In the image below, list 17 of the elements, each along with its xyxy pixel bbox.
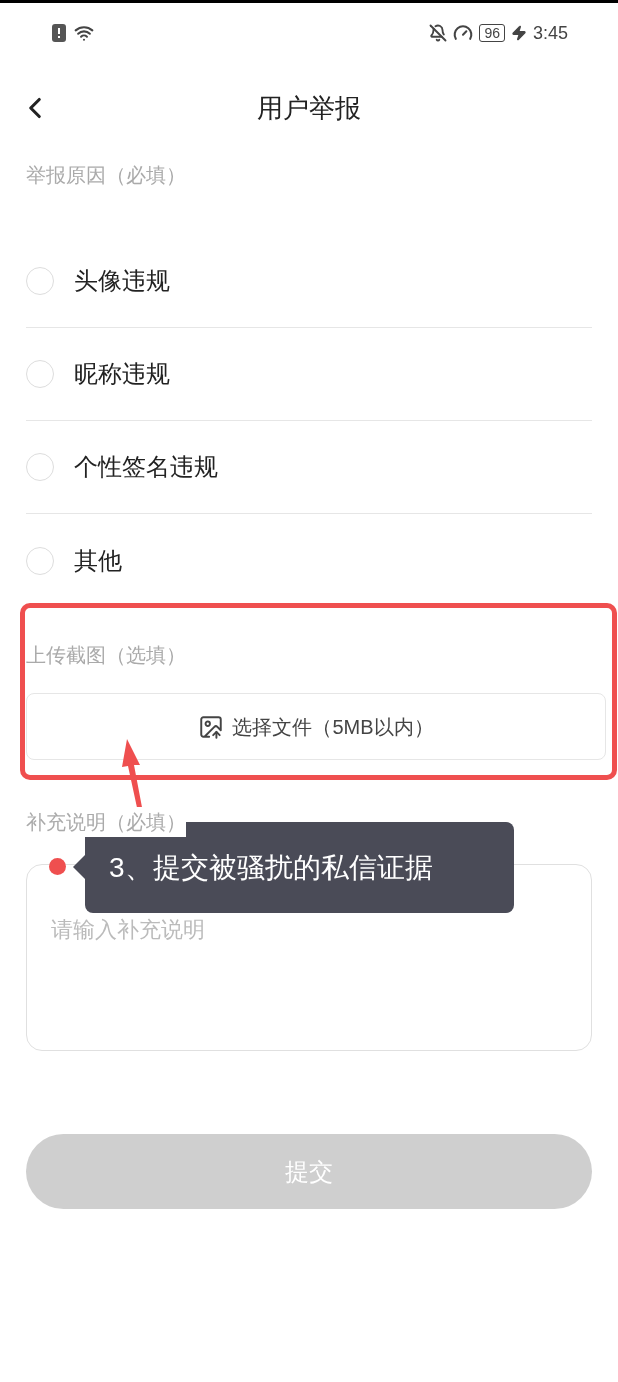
sim-alert-icon	[52, 24, 66, 42]
battery-level: 96	[479, 24, 505, 42]
reason-option[interactable]: 头像违规	[26, 235, 592, 328]
reason-option[interactable]: 昵称违规	[26, 328, 592, 421]
charging-icon	[510, 25, 527, 41]
section-label: 上传截图（选填）	[26, 643, 187, 668]
section-label: 补充说明（必填）	[26, 807, 186, 837]
reason-option[interactable]: 其他	[26, 514, 592, 607]
choose-file-button[interactable]: 选择文件（5MB以内）	[26, 693, 606, 760]
section-label: 举报原因（必填）	[26, 163, 187, 188]
speedometer-icon	[453, 23, 474, 43]
clock-time: 3:45	[532, 21, 568, 45]
image-upload-icon	[198, 713, 225, 740]
bell-off-icon	[429, 24, 448, 42]
page-title: 用户举报	[257, 91, 361, 125]
wifi-icon	[74, 23, 94, 43]
reason-option[interactable]: 个性签名违规	[26, 421, 592, 514]
